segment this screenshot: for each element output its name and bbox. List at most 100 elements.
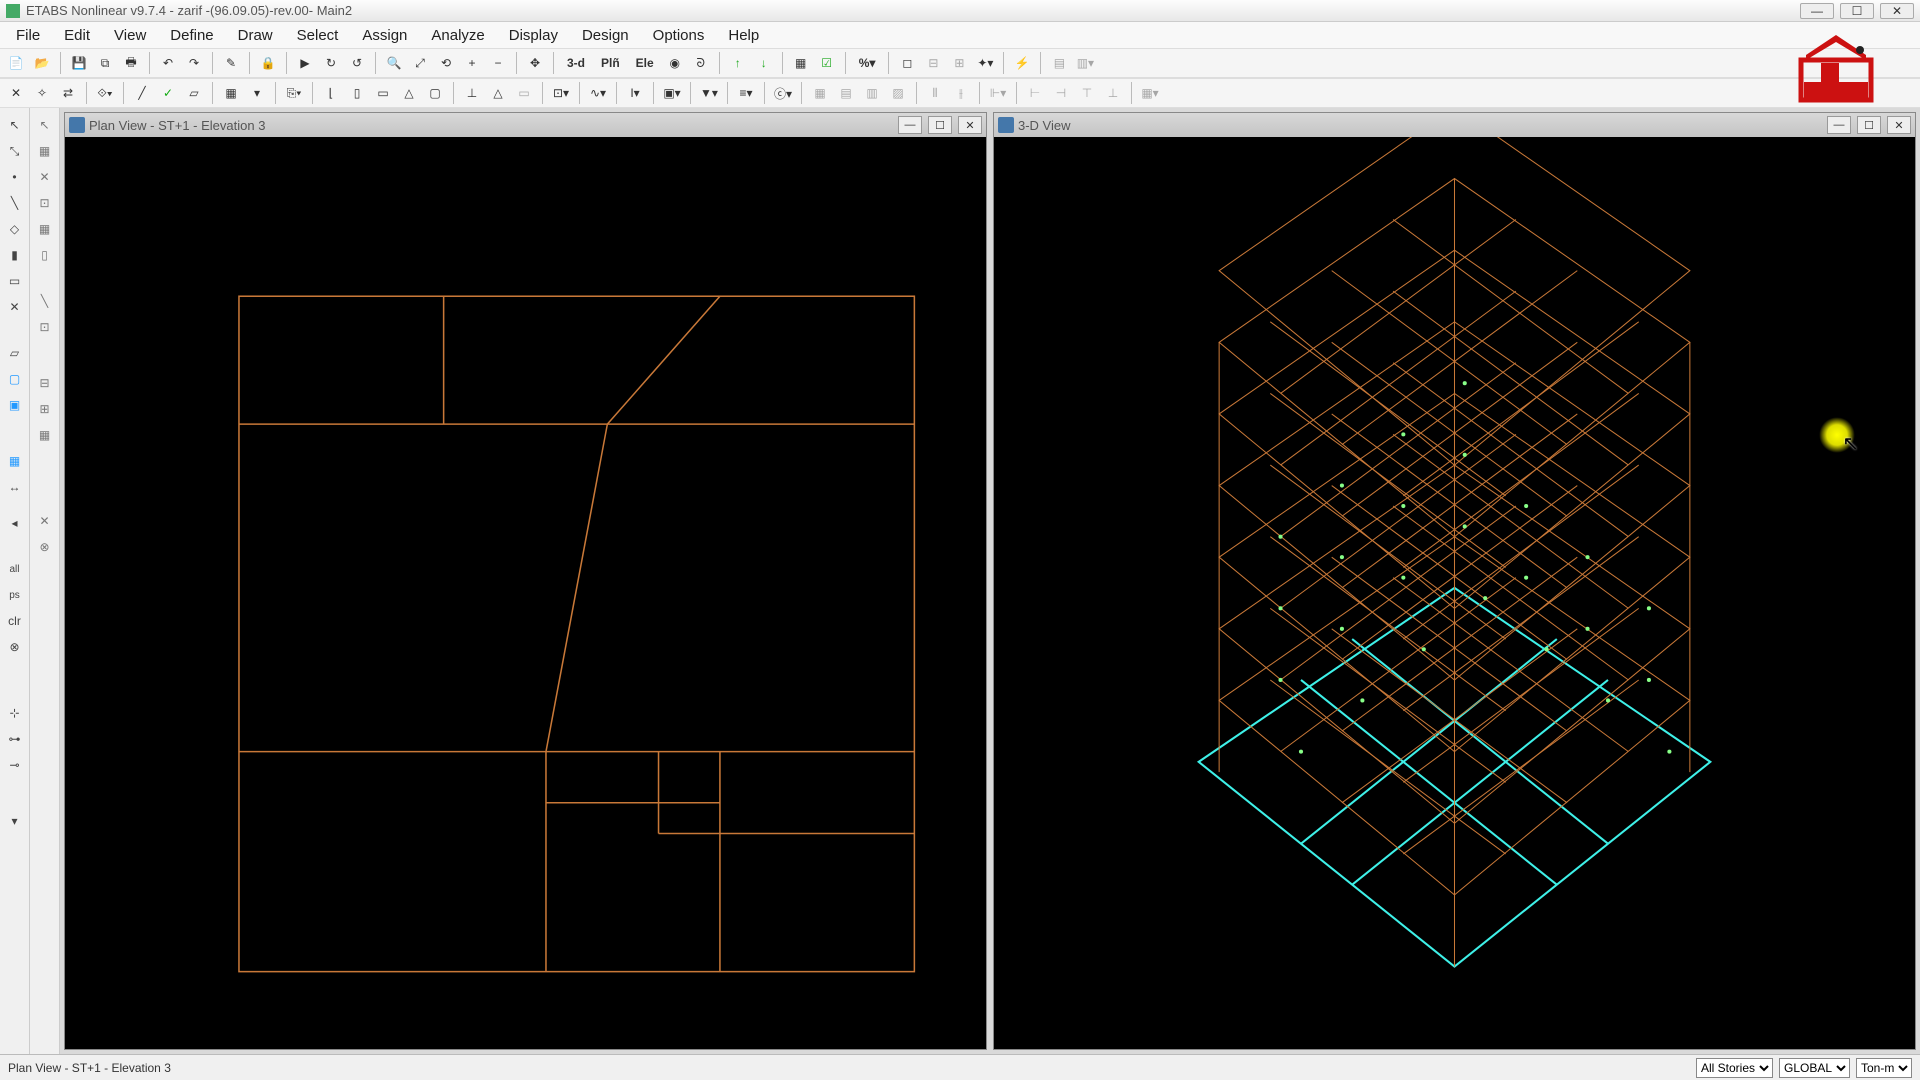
last-icon[interactable]: ▦▾ bbox=[1138, 81, 1162, 105]
flash-icon[interactable]: ⚡ bbox=[1010, 51, 1034, 75]
zoom-restore-icon[interactable]: ⤢ bbox=[408, 51, 432, 75]
snap-inter-icon[interactable]: ✦▾ bbox=[973, 51, 997, 75]
offset-b-icon[interactable]: ⊢ bbox=[1023, 81, 1047, 105]
menu-define[interactable]: Define bbox=[160, 24, 223, 47]
disabled-a-icon[interactable]: ▭ bbox=[512, 81, 536, 105]
lt2-l-icon[interactable]: ✕ bbox=[33, 509, 57, 533]
zoom-out-icon[interactable]: − bbox=[486, 51, 510, 75]
refresh-icon[interactable]: ✎ bbox=[219, 51, 243, 75]
lt2-a-icon[interactable]: ↖ bbox=[33, 113, 57, 137]
menu-analyze[interactable]: Analyze bbox=[421, 24, 494, 47]
new-file-icon[interactable]: 📄 bbox=[4, 51, 28, 75]
save-multi-icon[interactable]: ⧉ bbox=[93, 51, 117, 75]
load-icon[interactable]: ⊥ bbox=[460, 81, 484, 105]
pointer-icon[interactable]: ↖ bbox=[3, 113, 27, 137]
lt2-d-icon[interactable]: ⊡ bbox=[33, 191, 57, 215]
offset-c-icon[interactable]: ⊣ bbox=[1049, 81, 1073, 105]
lt2-c-icon[interactable]: ✕ bbox=[33, 165, 57, 189]
draw-brace-icon[interactable]: ✕ bbox=[3, 295, 27, 319]
grid-a-icon[interactable]: ▤ bbox=[1047, 51, 1071, 75]
run-icon[interactable]: ▶ bbox=[293, 51, 317, 75]
draw-frame-icon[interactable]: ◇ bbox=[3, 217, 27, 241]
lt2-b-icon[interactable]: ▦ bbox=[33, 139, 57, 163]
object-fill-icon[interactable]: ▦ bbox=[789, 51, 813, 75]
fill-b-icon[interactable]: ▼▾ bbox=[697, 81, 721, 105]
menu-draw[interactable]: Draw bbox=[228, 24, 283, 47]
plan-view-max-button[interactable]: ☐ bbox=[928, 116, 952, 134]
mirror-icon[interactable]: ↺ bbox=[345, 51, 369, 75]
zoom-window-icon[interactable]: 🔍 bbox=[382, 51, 406, 75]
menu-display[interactable]: Display bbox=[499, 24, 568, 47]
disabled-b-icon[interactable]: ▦ bbox=[808, 81, 832, 105]
select-all-icon[interactable]: all bbox=[3, 557, 27, 581]
disabled-c-icon[interactable]: ▤ bbox=[834, 81, 858, 105]
open-file-icon[interactable]: 📂 bbox=[30, 51, 54, 75]
view-plan-button[interactable]: Plñ bbox=[594, 51, 627, 75]
offset-a-icon[interactable]: ⊩▾ bbox=[986, 81, 1010, 105]
lt2-m-icon[interactable]: ⊗ bbox=[33, 535, 57, 559]
design-icon[interactable]: ⓒ▾ bbox=[771, 81, 795, 105]
pan-icon[interactable]: ✥ bbox=[523, 51, 547, 75]
point-icon[interactable]: ╱ bbox=[130, 81, 154, 105]
3d-view-min-button[interactable]: — bbox=[1827, 116, 1851, 134]
offset-e-icon[interactable]: ⊥ bbox=[1101, 81, 1125, 105]
lock-icon[interactable]: 🔒 bbox=[256, 51, 280, 75]
lt2-i-icon[interactable]: ⊟ bbox=[33, 371, 57, 395]
prev-select-icon[interactable]: ps bbox=[3, 583, 27, 607]
stiffness-icon[interactable]: ∿▾ bbox=[586, 81, 610, 105]
disabled-e-icon[interactable]: ▨ bbox=[886, 81, 910, 105]
orbit-icon[interactable]: ◉ bbox=[663, 51, 687, 75]
view-3d-button[interactable]: 3-d bbox=[560, 51, 592, 75]
lt2-k-icon[interactable]: ▦ bbox=[33, 423, 57, 447]
grid-b-icon[interactable]: ▥▾ bbox=[1073, 51, 1097, 75]
draw-beam-icon[interactable]: ▭ bbox=[3, 269, 27, 293]
dropdown-a-icon[interactable]: ▾ bbox=[245, 81, 269, 105]
copy-icon[interactable]: ⎘▾ bbox=[282, 81, 306, 105]
wall-icon[interactable]: △ bbox=[397, 81, 421, 105]
align-b-icon[interactable]: ⫲ bbox=[949, 81, 973, 105]
draw-col-icon[interactable]: ▮ bbox=[3, 243, 27, 267]
menu-options[interactable]: Options bbox=[643, 24, 715, 47]
stories-select[interactable]: All Stories bbox=[1696, 1058, 1773, 1078]
print-icon[interactable]: 🖶 bbox=[119, 51, 143, 75]
plan-view-min-button[interactable]: — bbox=[898, 116, 922, 134]
text-icon[interactable]: I▾ bbox=[623, 81, 647, 105]
menu-help[interactable]: Help bbox=[718, 24, 769, 47]
menu-edit[interactable]: Edit bbox=[54, 24, 100, 47]
draw-point-icon[interactable]: • bbox=[3, 165, 27, 189]
undo-icon[interactable]: ↶ bbox=[156, 51, 180, 75]
close-button[interactable]: ✕ bbox=[1880, 3, 1914, 19]
snap-mid-icon[interactable]: ⊟ bbox=[921, 51, 945, 75]
previous-sel-icon[interactable]: ◂ bbox=[3, 511, 27, 535]
rotate-icon[interactable]: ↻ bbox=[319, 51, 343, 75]
restraint-icon[interactable]: △ bbox=[486, 81, 510, 105]
maximize-button[interactable]: ☐ bbox=[1840, 3, 1874, 19]
move-up-icon[interactable]: ↑ bbox=[726, 51, 750, 75]
disabled-d-icon[interactable]: ▥ bbox=[860, 81, 884, 105]
draw-rect-icon[interactable]: ▢ bbox=[3, 367, 27, 391]
snap-point-tool-icon[interactable]: ⊹ bbox=[3, 701, 27, 725]
dimension-icon[interactable]: ↔ bbox=[3, 475, 27, 499]
zoom-in-icon[interactable]: + bbox=[460, 51, 484, 75]
lt2-e-icon[interactable]: ▦ bbox=[33, 217, 57, 241]
snap-end-icon[interactable]: ⊞ bbox=[947, 51, 971, 75]
center-icon[interactable]: ✧ bbox=[30, 81, 54, 105]
snap-end-tool-icon[interactable]: ⊸ bbox=[3, 753, 27, 777]
snap-point-icon[interactable]: ◻ bbox=[895, 51, 919, 75]
draw-area-icon[interactable]: ▱ bbox=[3, 341, 27, 365]
3d-view-canvas[interactable]: ↖ bbox=[994, 137, 1915, 1049]
grid-icon[interactable]: ▦ bbox=[219, 81, 243, 105]
frame-icon[interactable]: ⌊ bbox=[319, 81, 343, 105]
inter-sel-icon[interactable]: ⊗ bbox=[3, 635, 27, 659]
move-icon[interactable]: ⇄ bbox=[56, 81, 80, 105]
coords-select[interactable]: GLOBAL bbox=[1779, 1058, 1850, 1078]
column-icon[interactable]: ▯ bbox=[345, 81, 369, 105]
line-icon[interactable]: ✓ bbox=[156, 81, 180, 105]
lt2-g-icon[interactable]: ╲ bbox=[33, 289, 57, 313]
clear-sel-icon[interactable]: clr bbox=[3, 609, 27, 633]
offset-d-icon[interactable]: ⊤ bbox=[1075, 81, 1099, 105]
menu-view[interactable]: View bbox=[104, 24, 156, 47]
fill-a-icon[interactable]: ▣▾ bbox=[660, 81, 684, 105]
menu-assign[interactable]: Assign bbox=[352, 24, 417, 47]
menu-design[interactable]: Design bbox=[572, 24, 639, 47]
